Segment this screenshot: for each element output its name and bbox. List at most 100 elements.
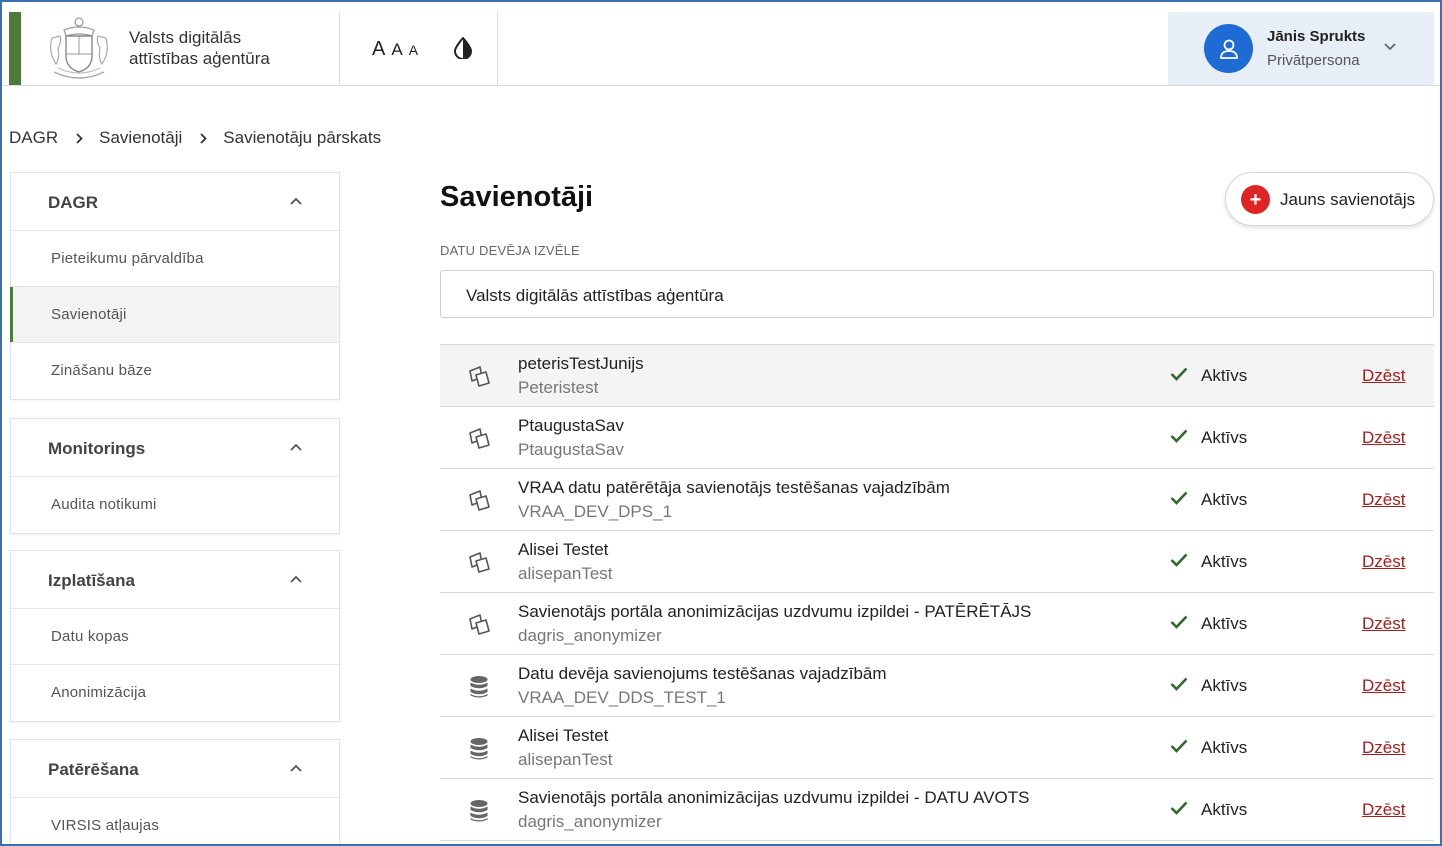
chevron-up-icon bbox=[290, 575, 302, 583]
breadcrumb-item-savienotaji[interactable]: Savienotāji bbox=[99, 128, 182, 148]
connector-code: alisepanTest bbox=[518, 750, 613, 769]
connector-status: Aktīvs bbox=[1201, 490, 1248, 509]
chevron-right-icon bbox=[200, 132, 208, 144]
connector-code: dagris_anonymizer bbox=[518, 812, 662, 831]
connector-row[interactable]: Alisei Testet alisepanTest Aktīvs Dzēst bbox=[440, 531, 1434, 593]
connector-code: dagris_anonymizer bbox=[518, 626, 662, 645]
connector-icon bbox=[466, 612, 492, 638]
data-provider-select[interactable]: Valsts digitālās attīstības aģentūra bbox=[440, 270, 1434, 318]
delete-link[interactable]: Dzēst bbox=[1362, 614, 1405, 634]
sidebar-item-label: Zināšanu bāze bbox=[51, 362, 153, 379]
sidebar-item-virsis-atlaujas[interactable]: VIRSIS atļaujas bbox=[11, 798, 339, 846]
chevron-down-icon bbox=[1384, 43, 1396, 51]
checkmark-icon bbox=[1170, 367, 1188, 381]
sidebar-group-header[interactable]: Patērēšana bbox=[11, 740, 339, 798]
plus-icon: + bbox=[1241, 185, 1270, 214]
sidebar-item-label: VIRSIS atļaujas bbox=[51, 817, 160, 834]
connector-icon bbox=[466, 426, 492, 452]
breadcrumb: DAGR Savienotāji Savienotāju pārskats bbox=[9, 128, 381, 148]
data-provider-select-value: Valsts digitālās attīstības aģentūra bbox=[466, 286, 724, 305]
connector-row[interactable]: Savienotājs portāla anonimizācijas uzdvu… bbox=[440, 779, 1434, 841]
sidebar-group-title: DAGR bbox=[48, 193, 99, 212]
sidebar-group-header[interactable]: DAGR bbox=[11, 173, 339, 231]
connector-status: Aktīvs bbox=[1201, 552, 1248, 571]
delete-link[interactable]: Dzēst bbox=[1362, 676, 1405, 696]
sidebar-item-anonimizacija[interactable]: Anonimizācija bbox=[11, 665, 339, 721]
connector-icon bbox=[466, 364, 492, 390]
breadcrumb-current: Savienotāju pārskats bbox=[223, 128, 382, 147]
connector-name[interactable]: Savienotājs portāla anonimizācijas uzdvu… bbox=[518, 602, 1031, 622]
sidebar-group-monitorings: Monitorings Audita notikumi bbox=[10, 418, 340, 534]
data-provider-select-label: DATU DEVĒJA IZVĒLE bbox=[440, 243, 580, 258]
organization-name-line2: attīstības aģentūra bbox=[129, 49, 270, 68]
connector-status: Aktīvs bbox=[1201, 800, 1248, 819]
delete-link[interactable]: Dzēst bbox=[1362, 552, 1405, 572]
user-menu[interactable]: Jānis Sprukts Privātpersona bbox=[1168, 12, 1434, 85]
user-avatar bbox=[1204, 24, 1253, 73]
database-icon bbox=[466, 798, 492, 824]
font-size-large-button[interactable]: A bbox=[372, 38, 385, 61]
connector-row[interactable]: PtaugustaSav PtaugustaSav Aktīvs Dzēst bbox=[440, 407, 1434, 469]
delete-link[interactable]: Dzēst bbox=[1362, 428, 1405, 448]
connector-row[interactable]: Alisei Testet alisepanTest Aktīvs Dzēst bbox=[440, 717, 1434, 779]
page-title: Savienotāji bbox=[440, 181, 594, 213]
sidebar-item-zinasanu-baze[interactable]: Zināšanu bāze bbox=[11, 343, 339, 399]
new-connector-button[interactable]: + Jauns savienotājs bbox=[1225, 172, 1434, 226]
connector-name[interactable]: peterisTestJunijs bbox=[518, 354, 644, 374]
user-icon bbox=[1219, 39, 1238, 59]
sidebar-group-pateresana: Patērēšana VIRSIS atļaujas bbox=[10, 739, 340, 846]
sidebar-item-label: Datu kopas bbox=[51, 628, 129, 645]
connector-name[interactable]: Datu devēja savienojums testēšanas vajad… bbox=[518, 664, 887, 684]
sidebar-group-header[interactable]: Monitorings bbox=[11, 419, 339, 477]
delete-link[interactable]: Dzēst bbox=[1362, 738, 1405, 758]
coat-of-arms-logo[interactable] bbox=[44, 14, 114, 82]
contrast-toggle-icon[interactable] bbox=[453, 37, 473, 59]
connector-name[interactable]: Alisei Testet bbox=[518, 540, 608, 560]
connector-code: VRAA_DEV_DDS_TEST_1 bbox=[518, 688, 726, 707]
sidebar-item-datu-kopas[interactable]: Datu kopas bbox=[11, 609, 339, 665]
header-divider bbox=[339, 12, 340, 85]
sidebar-item-audita-notikumi[interactable]: Audita notikumi bbox=[11, 477, 339, 533]
connector-row[interactable]: Datu devēja savienojums testēšanas vajad… bbox=[440, 655, 1434, 717]
sidebar-group-title: Monitorings bbox=[48, 439, 146, 458]
sidebar-group-header[interactable]: Izplatīšana bbox=[11, 551, 339, 609]
connector-name[interactable]: Alisei Testet bbox=[518, 726, 608, 746]
connector-code: VRAA_DEV_DPS_1 bbox=[518, 502, 673, 521]
delete-link[interactable]: Dzēst bbox=[1362, 490, 1405, 510]
connector-status: Aktīvs bbox=[1201, 366, 1248, 385]
delete-link[interactable]: Dzēst bbox=[1362, 800, 1405, 820]
user-role: Privātpersona bbox=[1267, 52, 1360, 69]
connector-code: alisepanTest bbox=[518, 564, 613, 583]
connector-row[interactable]: peterisTestJunijs Peteristest Aktīvs Dzē… bbox=[440, 345, 1434, 407]
connector-row[interactable]: VRAA datu patērētāja savienotājs testēša… bbox=[440, 469, 1434, 531]
connector-status: Aktīvs bbox=[1201, 738, 1248, 757]
database-icon bbox=[466, 674, 492, 700]
font-size-controls: A A A bbox=[372, 38, 418, 61]
breadcrumb-item-dagr[interactable]: DAGR bbox=[9, 128, 58, 148]
organization-name: Valsts digitālās attīstības aģentūra bbox=[129, 27, 270, 69]
font-size-medium-button[interactable]: A bbox=[391, 40, 402, 60]
new-connector-button-label: Jauns savienotājs bbox=[1280, 190, 1416, 209]
chevron-up-icon bbox=[290, 764, 302, 772]
font-size-small-button[interactable]: A bbox=[409, 42, 418, 58]
checkmark-icon bbox=[1170, 739, 1188, 753]
connector-status: Aktīvs bbox=[1201, 428, 1248, 447]
checkmark-icon bbox=[1170, 491, 1188, 505]
connector-status: Aktīvs bbox=[1201, 676, 1248, 695]
sidebar-item-savienotaji[interactable]: Savienotāji bbox=[10, 287, 339, 343]
connector-name[interactable]: Savienotājs portāla anonimizācijas uzdvu… bbox=[518, 788, 1029, 808]
sidebar-group-dagr: DAGR Pieteikumu pārvaldība Savienotāji Z… bbox=[10, 172, 340, 400]
connector-row[interactable]: Savienotājs portāla anonimizācijas uzdvu… bbox=[440, 593, 1434, 655]
sidebar-item-label: Audita notikumi bbox=[51, 496, 157, 513]
connector-name[interactable]: VRAA datu patērētāja savienotājs testēša… bbox=[518, 478, 950, 498]
top-header: Valsts digitālās attīstības aģentūra A A… bbox=[0, 0, 1442, 86]
chevron-right-icon bbox=[76, 132, 83, 144]
sidebar-item-pieteikumu-parvaldiba[interactable]: Pieteikumu pārvaldība bbox=[11, 231, 339, 287]
chevron-up-icon bbox=[290, 197, 302, 205]
database-icon bbox=[466, 736, 492, 762]
user-name: Jānis Sprukts bbox=[1267, 28, 1366, 45]
delete-link[interactable]: Dzēst bbox=[1362, 366, 1405, 386]
connector-name[interactable]: PtaugustaSav bbox=[518, 416, 624, 436]
header-divider bbox=[497, 12, 498, 85]
connector-status: Aktīvs bbox=[1201, 614, 1248, 633]
